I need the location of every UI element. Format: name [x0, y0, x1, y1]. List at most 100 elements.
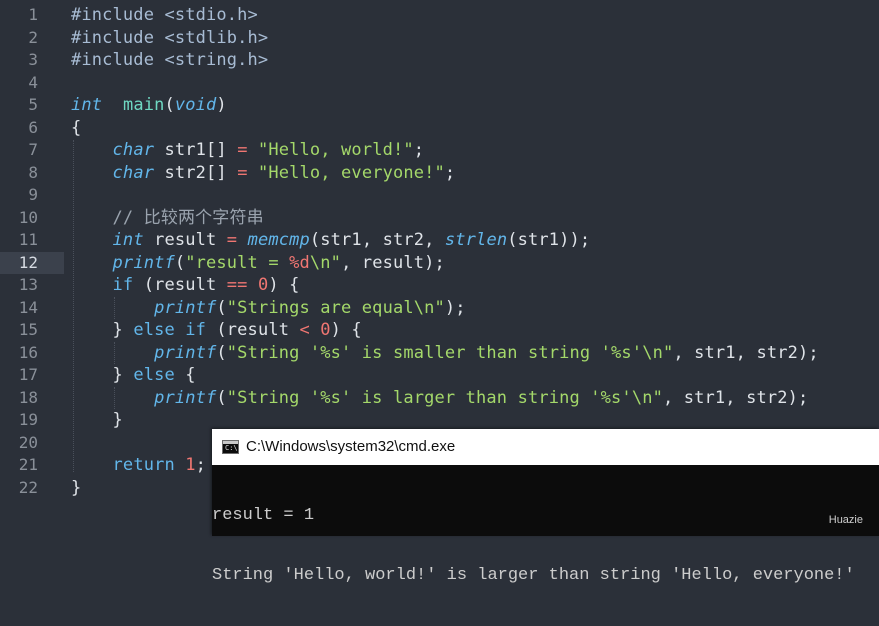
line-number: 22 [18, 477, 38, 497]
code-token: %d [289, 252, 310, 273]
console-title-bar[interactable]: C:\ C:\Windows\system32\cmd.exe [212, 429, 879, 465]
code-text: char str1[] = "Hello, world!"; [71, 139, 424, 162]
code-token: (str1)); [507, 230, 591, 250]
code-text: printf("String '%s' is smaller than stri… [71, 342, 819, 365]
code-token: memcmp [247, 230, 310, 250]
code-token: printf [112, 252, 175, 273]
code-text: char str2[] = "Hello, everyone!"; [71, 162, 456, 185]
code-line[interactable]: 10 // 比较两个字符串 [0, 207, 879, 230]
code-line[interactable]: 9 [0, 184, 879, 207]
indent-guide [114, 387, 115, 409]
code-token: ( [216, 297, 227, 318]
code-line[interactable]: 15 } else if (result < 0) { [0, 319, 879, 342]
code-token: , str1, str2); [662, 387, 809, 408]
line-number: 5 [28, 95, 38, 114]
code-token: ) { [330, 320, 362, 340]
line-number: 18 [18, 387, 38, 407]
code-token: else if [133, 320, 207, 340]
line-number: 19 [18, 410, 38, 429]
line-number: 14 [18, 297, 38, 317]
code-token: char [112, 162, 155, 183]
code-text: #include <stdlib.h> [71, 27, 268, 50]
code-line[interactable]: 12 printf("result = %d\n", result); [0, 251, 879, 274]
code-token: "result = [185, 252, 290, 273]
code-token: } [71, 365, 134, 385]
code-text: printf("Strings are equal\n"); [71, 297, 466, 320]
code-line[interactable]: 5 int main(void) [0, 94, 879, 117]
code-line[interactable]: 11 int result = memcmp(str1, str2, strle… [0, 229, 879, 252]
code-token: "Hello, everyone!" [257, 162, 445, 183]
code-line[interactable]: 6{ [0, 117, 879, 140]
code-token: ; [413, 140, 425, 160]
indent-guide [114, 297, 115, 319]
code-token: "String '%s' is larger than string '%s' [226, 387, 632, 408]
code-token: " [330, 252, 342, 273]
code-token: #include <stdio.h> [71, 5, 258, 25]
code-token: ); [444, 297, 466, 318]
cmd-icon: C:\ [222, 440, 239, 454]
code-token: "String '%s' is smaller than string '%s' [226, 342, 643, 363]
code-token: " [662, 342, 674, 363]
code-token: ( [164, 95, 175, 115]
code-text: { [71, 117, 81, 140]
code-text: if (result == 0) { [71, 274, 300, 297]
code-token: == [226, 275, 248, 295]
console-output[interactable]: result = 1 String 'Hello, world!' is lar… [212, 466, 879, 626]
code-line[interactable]: 2 #include <stdlib.h> [0, 27, 879, 50]
code-token: { [71, 117, 82, 138]
code-text: return 1; [71, 454, 206, 477]
code-line[interactable]: 17 } else { [0, 364, 879, 387]
code-text: } else if (result < 0) { [71, 319, 362, 342]
watermark: Huazie [828, 514, 863, 526]
code-line[interactable]: 13 if (result == 0) { [0, 274, 879, 297]
code-token: int [112, 230, 144, 250]
code-token: if [112, 275, 134, 295]
line-number: 8 [28, 162, 38, 182]
console-output-line: result = 1 [212, 506, 315, 525]
code-text: int result = memcmp(str1, str2, strlen(s… [71, 229, 591, 252]
line-number: 12 [18, 252, 38, 272]
code-token: "Hello, world!" [257, 140, 414, 160]
code-token: = [237, 162, 248, 183]
console-output-line: String 'Hello, world!' is larger than st… [212, 566, 855, 585]
code-token: ) { [268, 275, 300, 295]
code-token: main [122, 95, 165, 115]
code-token: return [112, 455, 175, 475]
code-line[interactable]: 8 char str2[] = "Hello, everyone!"; [0, 162, 879, 185]
line-number: 13 [18, 275, 38, 294]
line-number: 20 [18, 432, 38, 452]
code-token: (result [206, 320, 300, 340]
code-token: (str1, str2, [309, 230, 445, 250]
code-token: ; [444, 162, 456, 183]
code-line[interactable]: 4 [0, 72, 879, 95]
code-text: #include <stdio.h> [71, 4, 258, 27]
code-token: \n [309, 252, 331, 273]
code-line[interactable]: 14 printf("Strings are equal\n"); [0, 297, 879, 320]
line-number: 6 [28, 117, 38, 137]
code-line[interactable]: 1 #include <stdio.h> [0, 4, 879, 27]
line-number: 11 [18, 230, 38, 249]
code-text: // 比较两个字符串 [71, 207, 264, 230]
code-line[interactable]: 18 printf("String '%s' is larger than st… [0, 387, 879, 410]
code-token: (result [133, 275, 227, 295]
code-token: ; [195, 455, 207, 475]
console-window[interactable]: C:\ C:\Windows\system32\cmd.exe result =… [212, 429, 879, 585]
code-token: void [174, 95, 217, 115]
code-line[interactable]: 16 printf("String '%s' is smaller than s… [0, 342, 879, 365]
code-token: #include <stdlib.h> [71, 27, 269, 48]
code-line[interactable]: 7 char str1[] = "Hello, world!"; [0, 139, 879, 162]
code-line[interactable]: 3 #include <string.h> [0, 49, 879, 72]
code-token: strlen [444, 230, 508, 250]
code-token: ) [216, 95, 227, 115]
